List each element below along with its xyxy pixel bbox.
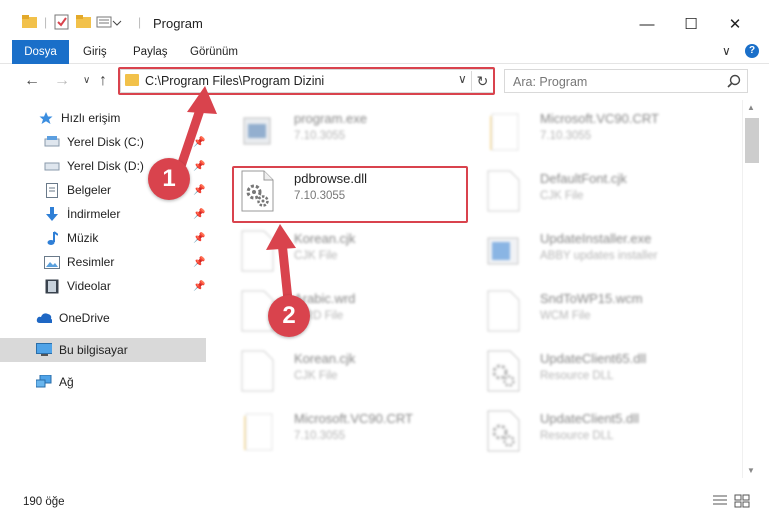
step-2-badge: 2 [268, 295, 310, 337]
details-view-icon[interactable] [712, 494, 728, 511]
item-count: 190 öğe [23, 496, 65, 508]
step-1-badge: 1 [148, 158, 190, 200]
view-switcher [712, 494, 750, 511]
annotation-arrows [172, 86, 296, 305]
large-icons-view-icon[interactable] [734, 494, 750, 511]
status-bar: 190 öğe [0, 480, 769, 528]
